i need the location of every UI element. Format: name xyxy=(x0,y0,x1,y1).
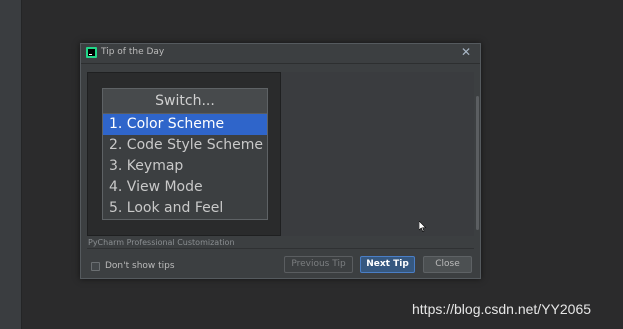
dont-show-tips-checkbox[interactable] xyxy=(91,261,100,271)
tip-illustration: Switch... 1. Color Scheme 2. Code Style … xyxy=(87,72,281,236)
switch-item-look-and-feel: 5. Look and Feel xyxy=(109,200,224,216)
switch-popup-title: Switch... xyxy=(103,89,267,114)
switch-item-color-scheme: 1. Color Scheme xyxy=(103,114,267,135)
tip-caption: PyCharm Professional Customization xyxy=(88,238,235,247)
footer-divider xyxy=(87,248,474,249)
switch-item-code-style-scheme: 2. Code Style Scheme xyxy=(109,137,264,153)
next-tip-button[interactable]: Next Tip xyxy=(360,256,415,273)
switch-item-view-mode: 4. View Mode xyxy=(109,179,203,195)
dont-show-tips-label[interactable]: Don't show tips xyxy=(105,261,175,271)
watermark: https://blog.csdn.net/YY2065 xyxy=(412,301,592,317)
mouse-cursor-icon xyxy=(419,221,427,232)
ide-left-toolbar xyxy=(0,0,22,329)
dialog-titlebar[interactable]: Tip of the Day ✕ xyxy=(81,44,480,64)
pycharm-icon xyxy=(86,47,97,58)
tip-of-the-day-dialog: Tip of the Day ✕ Switch... 1. Color Sche… xyxy=(80,43,481,279)
previous-tip-button[interactable]: Previous Tip xyxy=(284,256,353,273)
switch-popup: Switch... 1. Color Scheme 2. Code Style … xyxy=(102,88,268,220)
dont-show-tips-option[interactable]: Don't show tips xyxy=(91,260,175,272)
switch-item-keymap: 3. Keymap xyxy=(109,158,184,174)
tip-content: Switch... 1. Color Scheme 2. Code Style … xyxy=(87,72,474,236)
close-button[interactable]: Close xyxy=(423,256,472,273)
content-scrollbar[interactable] xyxy=(476,96,479,230)
close-icon[interactable]: ✕ xyxy=(461,45,471,59)
dialog-title: Tip of the Day xyxy=(101,47,165,57)
